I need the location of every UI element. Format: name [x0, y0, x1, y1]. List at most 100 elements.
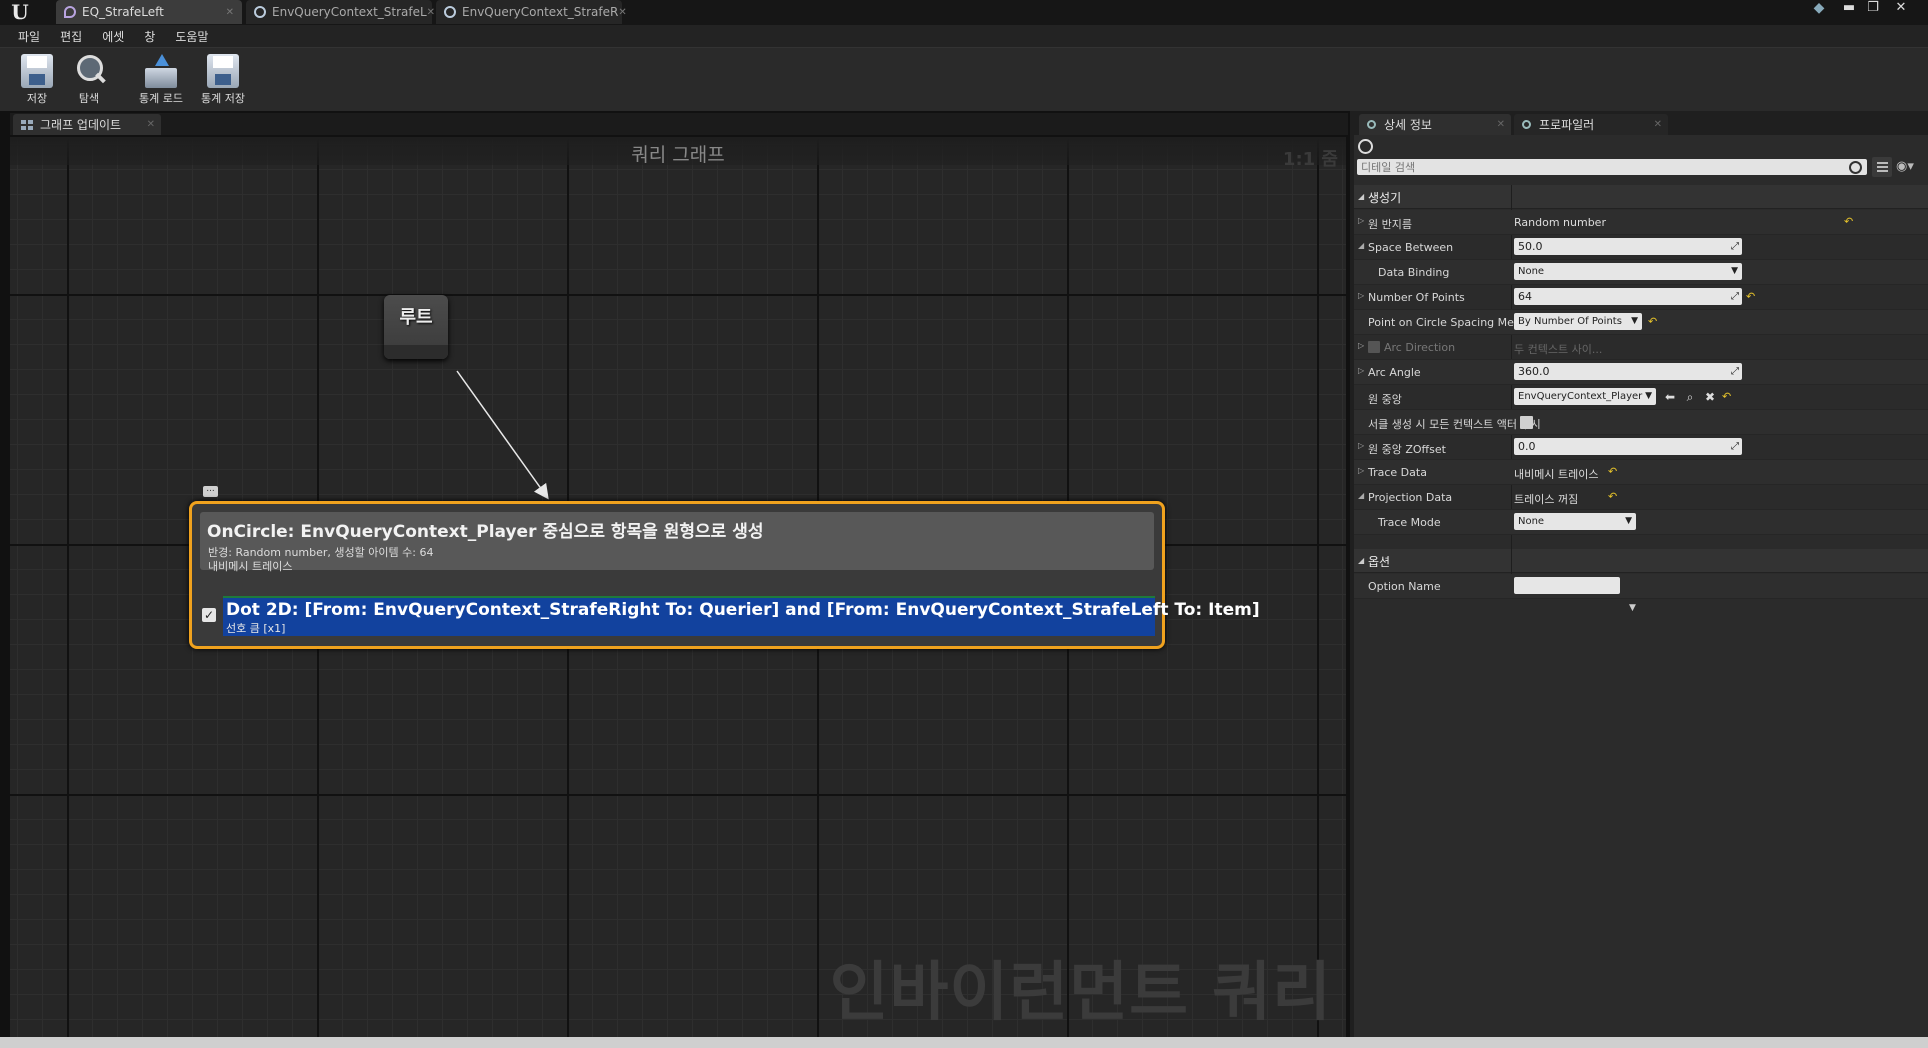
drag-spin-icon[interactable]: ⤢: [1731, 288, 1739, 305]
tab-profiler-label: 프로파일러: [1539, 118, 1595, 132]
dropdown-value: By Number Of Points: [1518, 316, 1622, 327]
category-generator[interactable]: ◢ 생성기: [1354, 185, 1928, 209]
space-between-field[interactable]: 50.0 ⤢: [1514, 238, 1742, 255]
drag-spin-icon[interactable]: ⤢: [1731, 438, 1739, 455]
tab-eq-strafeleft[interactable]: EQ_StrafeLeft ✕: [56, 0, 242, 24]
title-bar: U EQ_StrafeLeft ✕ EnvQueryContext_Strafe…: [0, 0, 1928, 25]
tab-envquerycontext-strafer[interactable]: EnvQueryContext_StrafeR ✕: [436, 0, 627, 24]
prop-number-of-points[interactable]: ▷ Number Of Points 64 ⤢ ↶: [1354, 285, 1928, 310]
query-graph-canvas[interactable]: 쿼리 그래프 1:1 줌 루트 ... OnCircle: EnvQueryCo…: [10, 137, 1346, 1037]
prop-space-between[interactable]: ◢ Space Between 50.0 ⤢: [1354, 235, 1928, 260]
generator-node[interactable]: OnCircle: EnvQueryContext_Player 중심으로 항목…: [189, 501, 1260, 649]
drag-spin-icon[interactable]: ⤢: [1731, 238, 1739, 255]
prop-trace-mode[interactable]: Trace Mode None ▼: [1354, 510, 1928, 535]
prop-data-binding[interactable]: Data Binding None ▼: [1354, 260, 1928, 285]
reset-to-default-icon[interactable]: ↶: [1746, 290, 1755, 303]
dropdown-value: None: [1518, 516, 1545, 527]
number-of-points-field[interactable]: 64 ⤢: [1514, 288, 1742, 305]
prop-circle-center[interactable]: 원 중앙 EnvQueryContext_Player ▼ ⬅ ⌕ ✖ ↶: [1354, 385, 1928, 410]
close-icon[interactable]: ✕: [427, 7, 435, 18]
menu-file[interactable]: 파일: [18, 28, 40, 45]
expand-arrow-icon[interactable]: ▷: [1358, 341, 1364, 350]
prop-arc-angle[interactable]: ▷ Arc Angle 360.0 ⤢: [1354, 360, 1928, 385]
use-selected-arrow-icon[interactable]: ⬅: [1662, 389, 1678, 405]
prop-option-name[interactable]: Option Name: [1354, 574, 1928, 599]
close-icon[interactable]: ✕: [147, 119, 155, 130]
browse-button[interactable]: 탐색: [60, 52, 118, 108]
root-node[interactable]: 루트: [384, 295, 448, 359]
notification-icon[interactable]: ◆: [1808, 0, 1830, 18]
close-icon[interactable]: ✕: [618, 7, 626, 18]
save-icon: [21, 54, 53, 88]
save-stats-icon: [207, 54, 239, 88]
minimize-button[interactable]: ▬: [1838, 0, 1860, 18]
prop-spacing-method[interactable]: Point on Circle Spacing Method By Number…: [1354, 310, 1928, 335]
prop-label: Trace Data: [1368, 466, 1427, 479]
load-stats-button[interactable]: 통계 로드: [132, 52, 190, 108]
prop-projection-data[interactable]: ◢ Projection Data 트레이스 꺼짐 ↶: [1354, 485, 1928, 510]
center-zoffset-field[interactable]: 0.0 ⤢: [1514, 438, 1742, 455]
ignore-context-actors-checkbox[interactable]: [1520, 416, 1533, 429]
arc-angle-field[interactable]: 360.0 ⤢: [1514, 363, 1742, 380]
prop-trace-data[interactable]: ▷ Trace Data 내비메시 트레이스 ↶: [1354, 460, 1928, 485]
option-name-field[interactable]: [1514, 577, 1620, 594]
dot-test-block[interactable]: Dot 2D: [From: EnvQueryContext_StrafeRig…: [223, 596, 1260, 636]
expand-arrow-icon[interactable]: ▷: [1358, 366, 1364, 375]
test-enabled-checkbox[interactable]: ✓: [202, 608, 216, 622]
menu-asset[interactable]: 에셋: [102, 28, 124, 45]
collapse-arrow-icon[interactable]: ◢: [1358, 491, 1364, 500]
menu-edit[interactable]: 편집: [60, 28, 82, 45]
data-binding-dropdown[interactable]: None ▼: [1514, 263, 1742, 280]
expand-arrow-icon[interactable]: ▷: [1358, 441, 1364, 450]
root-output-pin[interactable]: [384, 345, 448, 359]
close-icon[interactable]: ✕: [1497, 119, 1505, 130]
prop-arc-direction[interactable]: ▷ Arc Direction 두 컨텍스트 사이...: [1354, 335, 1928, 360]
circle-center-dropdown[interactable]: EnvQueryContext_Player ▼: [1514, 388, 1656, 405]
reset-to-default-icon[interactable]: ↶: [1608, 465, 1617, 478]
tab-profiler[interactable]: 프로파일러 ✕: [1514, 114, 1668, 135]
field-value: 360.0: [1518, 365, 1550, 378]
close-icon[interactable]: ✕: [1654, 119, 1662, 130]
category-option[interactable]: ◢ 옵션: [1354, 549, 1928, 573]
prop-label: Space Between: [1368, 241, 1454, 254]
advanced-expand-arrow-icon[interactable]: ▼: [1629, 603, 1636, 613]
prop-ignore-context-actors[interactable]: 서클 생성 시 모든 컨텍스트 액터 무시: [1354, 410, 1928, 435]
collapse-arrow-icon[interactable]: ◢: [1358, 241, 1364, 250]
details-search[interactable]: [1357, 159, 1867, 175]
browse-search-icon[interactable]: ⌕: [1682, 389, 1698, 405]
search-icon[interactable]: [1849, 161, 1862, 174]
expand-arrow-icon[interactable]: ▷: [1358, 216, 1364, 225]
menu-window[interactable]: 창: [144, 28, 155, 45]
tab-envquerycontext-strafel[interactable]: EnvQueryContext_StrafeL ✕: [246, 0, 435, 24]
trace-mode-dropdown[interactable]: None ▼: [1514, 513, 1636, 530]
close-window-button[interactable]: ✕: [1890, 0, 1912, 18]
unreal-logo-icon[interactable]: U: [8, 2, 32, 23]
view-options-eye-icon[interactable]: ◉▾: [1896, 159, 1924, 175]
expand-arrow-icon[interactable]: ▷: [1358, 466, 1364, 475]
reset-to-default-icon[interactable]: ↶: [1608, 490, 1617, 503]
tab-update-graph[interactable]: 그래프 업데이트 ✕: [13, 114, 161, 135]
restore-button[interactable]: ❐: [1862, 0, 1884, 18]
list-view-button[interactable]: [1872, 157, 1892, 177]
prop-center-zoffset[interactable]: ▷ 원 중앙 ZOffset 0.0 ⤢: [1354, 435, 1928, 460]
details-search-input[interactable]: [1357, 159, 1837, 175]
reset-to-default-icon[interactable]: ↶: [1844, 215, 1853, 228]
close-icon[interactable]: ✕: [226, 7, 234, 18]
prop-value: 내비메시 트레이스: [1514, 468, 1599, 481]
clear-icon[interactable]: ✖: [1702, 389, 1718, 405]
spacing-method-dropdown[interactable]: By Number Of Points ▼: [1514, 313, 1642, 330]
arc-direction-checkbox[interactable]: [1368, 341, 1380, 353]
tab-details[interactable]: 상세 정보 ✕: [1359, 114, 1511, 135]
category-label: 생성기: [1368, 191, 1402, 205]
save-stats-button[interactable]: 통계 저장: [194, 52, 252, 108]
reset-to-default-icon[interactable]: ↶: [1648, 315, 1657, 328]
prop-label: Arc Direction: [1384, 341, 1456, 354]
menu-help[interactable]: 도움말: [175, 28, 208, 45]
save-button[interactable]: 저장: [8, 52, 66, 108]
prop-value: 트레이스 꺼짐: [1514, 493, 1579, 506]
drag-spin-icon[interactable]: ⤢: [1731, 363, 1739, 380]
prop-circle-radius[interactable]: ▷ 원 반지름 Random number ↶: [1354, 210, 1928, 235]
expand-arrow-icon[interactable]: ▷: [1358, 291, 1364, 300]
reset-to-default-icon[interactable]: ↶: [1722, 390, 1731, 403]
comment-bubble[interactable]: ...: [203, 485, 218, 497]
